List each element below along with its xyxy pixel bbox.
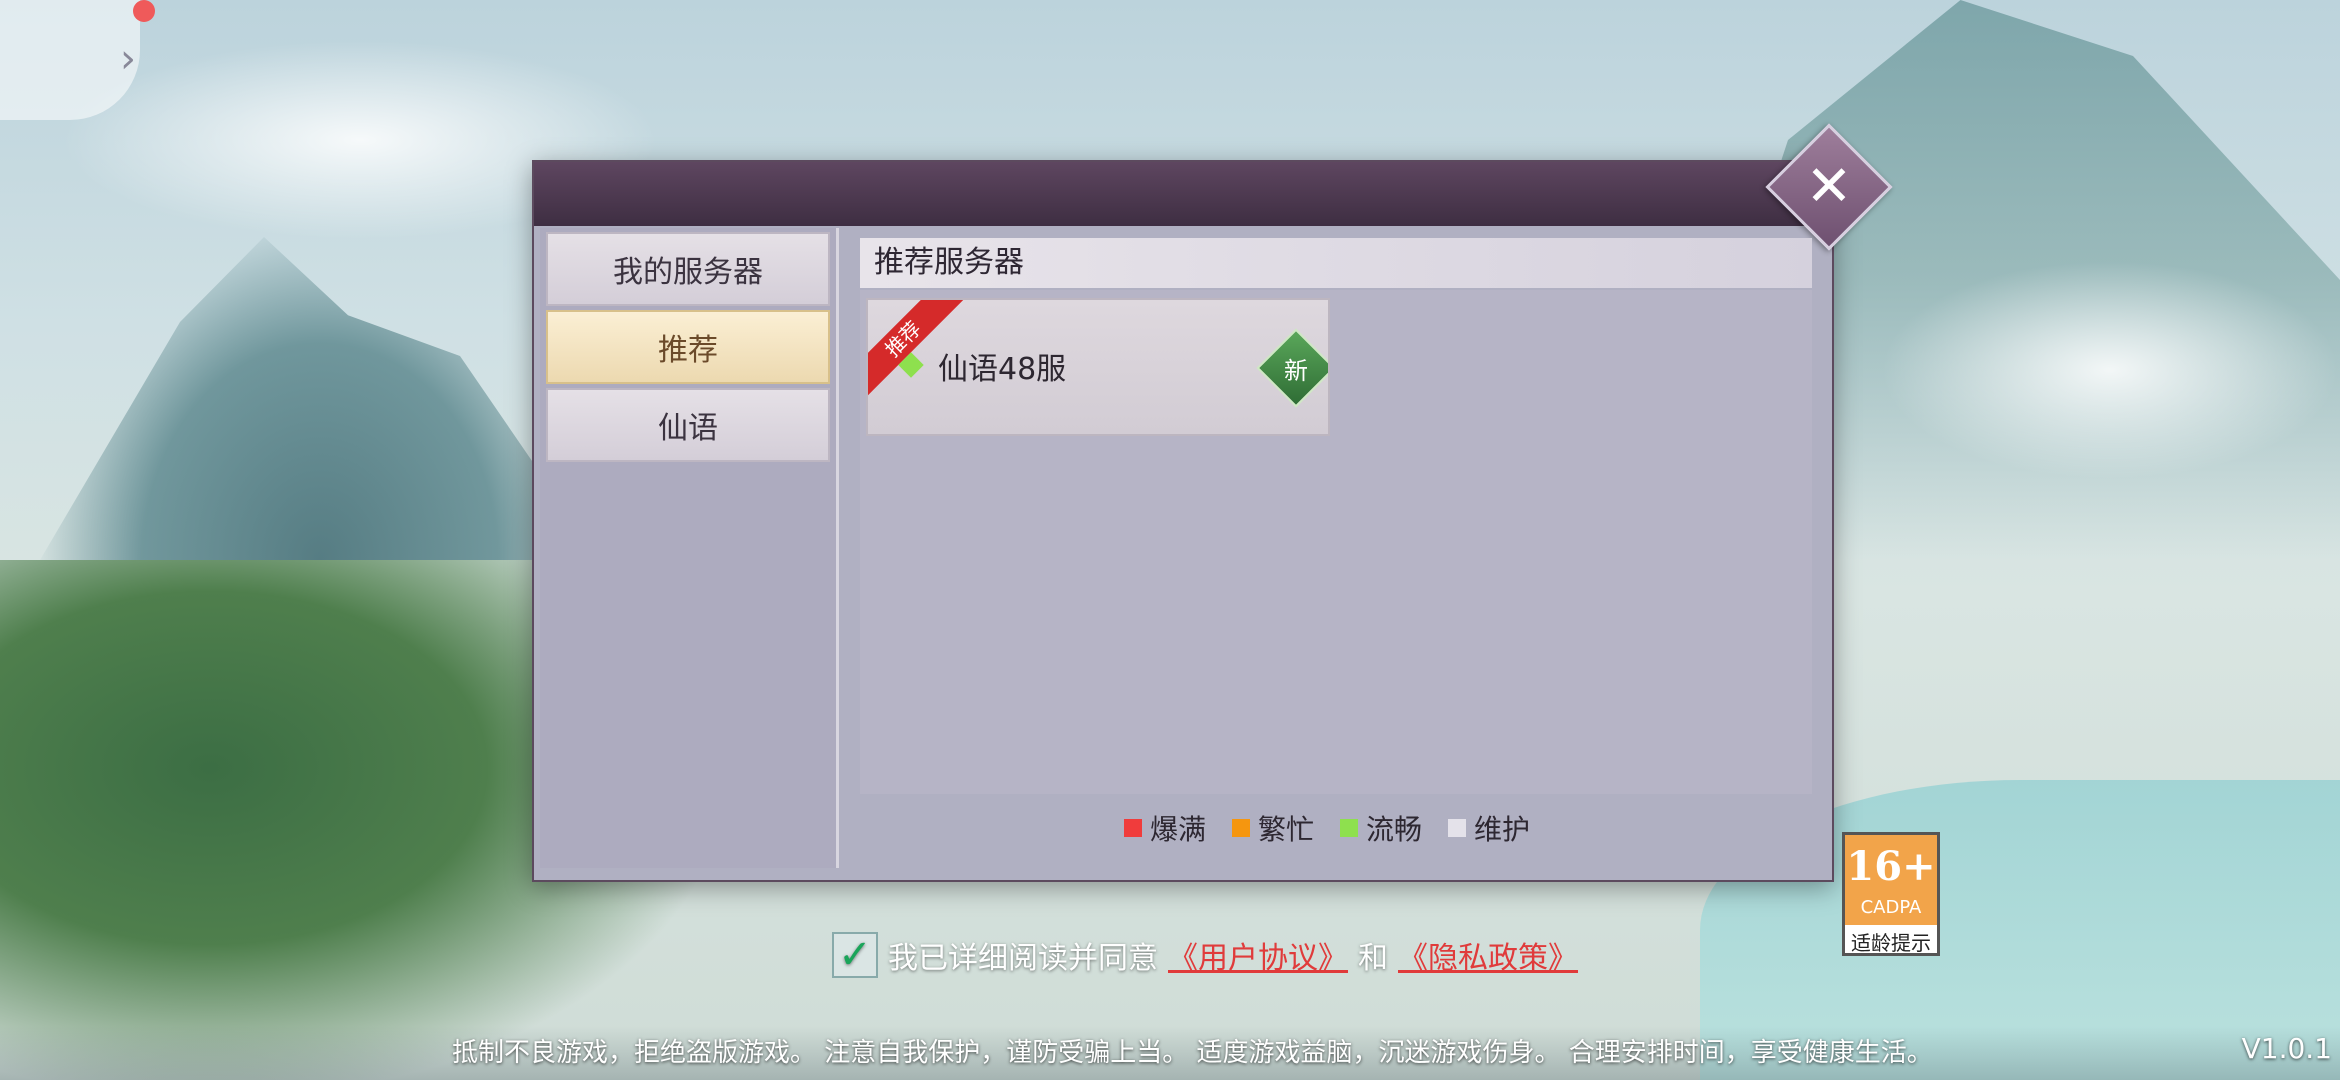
status-legend: 爆满 繁忙 流畅 维护 (1124, 808, 1530, 848)
legend-full-label: 爆满 (1150, 813, 1207, 846)
agreement-checkbox[interactable]: ✓ (832, 932, 878, 978)
checkmark-icon: ✓ (838, 932, 872, 978)
version-label: V1.0.1 (2241, 1032, 2332, 1065)
server-select-dialog: ✕ 我的服务器 推荐 仙语 推荐服务器 推荐 仙语48服 新 爆满 繁忙 流畅 (532, 123, 1893, 882)
close-icon: ✕ (1805, 154, 1853, 219)
server-name: 仙语48服 (938, 352, 1067, 387)
server-list: 推荐 仙语48服 新 (860, 290, 1812, 794)
legend-maintenance: 维护 (1448, 808, 1530, 848)
notification-dot (133, 0, 155, 22)
new-badge-label: 新 (1284, 356, 1308, 385)
tab-my-servers[interactable]: 我的服务器 (546, 232, 830, 306)
agreement-and: 和 (1358, 941, 1388, 976)
legend-busy-swatch (1232, 819, 1251, 837)
agreement-text: 我已详细阅读并同意 (888, 941, 1158, 976)
legend-maintenance-swatch (1448, 819, 1467, 837)
legend-maintenance-label: 维护 (1474, 813, 1531, 846)
section-title: 推荐服务器 (860, 238, 1812, 288)
chevron-right-icon: › (120, 36, 136, 82)
tab-xianyu[interactable]: 仙语 (546, 388, 830, 462)
dialog-header (534, 162, 1832, 226)
tab-recommended[interactable]: 推荐 (546, 310, 830, 384)
user-agreement-link[interactable]: 《用户协议》 (1168, 933, 1348, 977)
legend-busy: 繁忙 (1232, 808, 1314, 848)
age-rating-label: 适龄提示 (1851, 931, 1931, 955)
age-rating-number: 16+ (1846, 843, 1936, 890)
server-tab-list: 我的服务器 推荐 仙语 (540, 228, 839, 868)
privacy-policy-link[interactable]: 《隐私政策》 (1398, 933, 1578, 977)
health-notice: 抵制不良游戏，拒绝盗版游戏。 注意自我保护，谨防受骗上当。 适度游戏益脑，沉迷游… (452, 1038, 1933, 1068)
new-badge-icon: 新 (1256, 328, 1328, 408)
legend-full-swatch (1124, 819, 1142, 837)
agreement-row: ✓ 我已详细阅读并同意 《用户协议》 和 《隐私政策》 (832, 932, 1578, 978)
mountain-bg-left (40, 237, 600, 560)
age-rating-top: 16+ CADPA (1845, 835, 1937, 925)
cloud-bg-right (1880, 260, 2340, 480)
legend-smooth-label: 流畅 (1366, 813, 1423, 846)
age-rating-badge[interactable]: 16+ CADPA 适龄提示 (1842, 832, 1940, 956)
legend-smooth: 流畅 (1340, 808, 1422, 848)
legend-busy-label: 繁忙 (1258, 813, 1315, 846)
legend-smooth-swatch (1340, 819, 1359, 837)
server-card[interactable]: 推荐 仙语48服 新 (866, 298, 1330, 436)
age-rating-org: CADPA (1860, 897, 1922, 918)
legend-full: 爆满 (1124, 808, 1206, 848)
